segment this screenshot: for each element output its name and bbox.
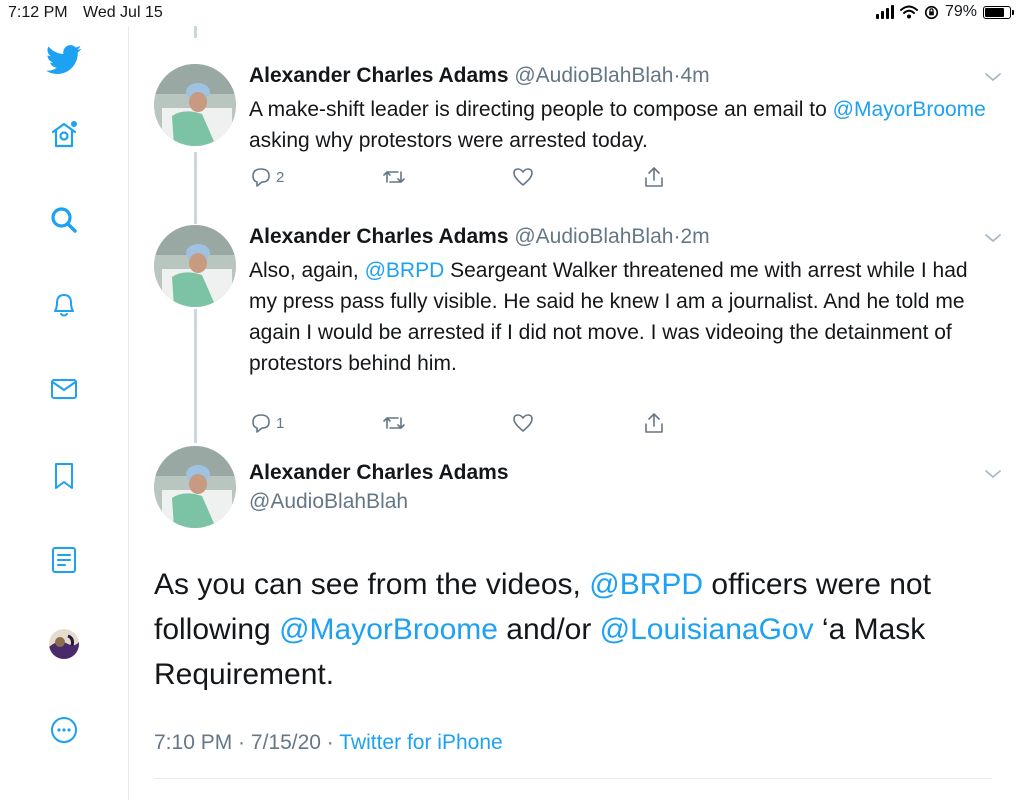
battery-percent: 79%: [944, 3, 977, 20]
mention-link[interactable]: @BRPD: [365, 259, 445, 282]
lists-icon[interactable]: [44, 540, 84, 580]
cellular-signal-icon: [875, 5, 894, 19]
status-time: 7:12 PM: [8, 4, 68, 21]
heart-icon: [513, 414, 533, 432]
divider: [154, 778, 992, 779]
author-name[interactable]: Alexander Charles Adams: [249, 461, 509, 484]
reply-icon: [252, 414, 270, 433]
tweet-text-segment: asking why protestors were arrested toda…: [249, 129, 648, 152]
retweet-icon: [383, 417, 405, 429]
tweet-text: Also, again, @BRPD Seargeant Walker thre…: [249, 255, 999, 379]
share-icon: [645, 413, 663, 433]
heart-icon: [513, 168, 533, 186]
tweet-time: 7:10 PM: [154, 731, 233, 754]
reply-button[interactable]: 2: [249, 165, 284, 189]
author-handle-row: @AudioBlahBlah: [249, 490, 408, 514]
search-icon[interactable]: [44, 200, 84, 240]
more-icon[interactable]: [44, 710, 84, 750]
tweet-age: 2m: [680, 225, 710, 248]
retweet-button[interactable]: [381, 165, 407, 189]
avatar[interactable]: [154, 225, 236, 307]
reply-count: 2: [276, 168, 285, 186]
wifi-icon: [899, 5, 918, 19]
chevron-down-icon[interactable]: [982, 463, 1004, 485]
battery-icon: [983, 5, 1014, 19]
tweet-text-segment: Also, again,: [249, 259, 365, 282]
status-bar: 7:12 PM Wed Jul 15 79%: [0, 0, 1019, 26]
separator-dot: ·: [320, 731, 340, 754]
author-handle[interactable]: @AudioBlahBlah: [514, 225, 673, 248]
mention-link[interactable]: @LouisianaGov: [600, 613, 814, 646]
tweet-date: 7/15/20: [250, 731, 321, 754]
conversation-thread: Alexander Charles Adams @AudioBlahBlah · 4…: [129, 26, 1019, 800]
avatar[interactable]: [154, 446, 236, 528]
author-name[interactable]: Alexander Charles Adams: [249, 64, 509, 87]
author-name[interactable]: Alexander Charles Adams: [249, 225, 509, 248]
share-button[interactable]: [642, 411, 666, 435]
twitter-bird-icon[interactable]: [44, 40, 84, 80]
like-button[interactable]: [511, 165, 535, 189]
tweet-source-link[interactable]: Twitter for iPhone: [339, 731, 502, 754]
tweet-text-segment: A make-shift leader is directing people …: [249, 98, 833, 121]
mention-link[interactable]: @BRPD: [589, 568, 703, 601]
tweet-header: Alexander Charles Adams @AudioBlahBlah·4…: [249, 64, 710, 88]
author-handle[interactable]: @AudioBlahBlah: [249, 490, 408, 513]
tweet-text-segment: and/or: [497, 613, 600, 646]
reply-button[interactable]: 1: [249, 411, 284, 435]
notifications-bell-icon[interactable]: [44, 284, 84, 324]
mention-link[interactable]: @MayorBroome: [279, 613, 498, 646]
mention-link[interactable]: @MayorBroome: [833, 98, 986, 121]
profile-avatar-icon[interactable]: [44, 624, 84, 664]
status-date: Wed Jul 15: [83, 4, 163, 21]
reply-count: 1: [276, 414, 285, 432]
tweet[interactable]: Alexander Charles Adams @AudioBlahBlah·2…: [154, 225, 1004, 445]
tweet[interactable]: Alexander Charles Adams @AudioBlahBlah·4…: [154, 64, 1004, 194]
tweet-meta: 7:10 PM · 7/15/20 · Twitter for iPhone: [154, 731, 503, 755]
messages-mail-icon[interactable]: [44, 369, 84, 409]
status-indicators: 79%: [875, 3, 1014, 21]
sidebar: [0, 26, 129, 800]
tweet-actions: 1: [249, 411, 699, 439]
bookmarks-icon[interactable]: [44, 456, 84, 496]
focused-tweet-header[interactable]: Alexander Charles Adams @AudioBlahBlah: [154, 446, 1004, 536]
reply-icon: [252, 168, 270, 187]
home-icon[interactable]: [44, 115, 84, 155]
share-icon: [645, 167, 663, 187]
share-button[interactable]: [642, 165, 666, 189]
orientation-lock-icon: [924, 5, 939, 19]
retweet-button[interactable]: [381, 411, 407, 435]
tweet-header: Alexander Charles Adams @AudioBlahBlah·2…: [249, 225, 710, 249]
focused-tweet-text: As you can see from the videos, @BRPD of…: [154, 562, 974, 697]
separator-dot: ·: [232, 731, 251, 754]
author-handle[interactable]: @AudioBlahBlah: [514, 64, 673, 87]
like-button[interactable]: [511, 411, 535, 435]
tweet-actions: 2: [249, 165, 699, 193]
tweet-text: A make-shift leader is directing people …: [249, 94, 999, 156]
chevron-down-icon[interactable]: [982, 227, 1004, 249]
retweet-icon: [383, 171, 405, 183]
thread-connector: [194, 26, 197, 38]
tweet-text-segment: As you can see from the videos,: [154, 568, 590, 601]
author-name-row: Alexander Charles Adams: [249, 461, 509, 485]
tweet-age: 4m: [680, 64, 710, 87]
avatar[interactable]: [154, 64, 236, 146]
chevron-down-icon[interactable]: [982, 66, 1004, 88]
